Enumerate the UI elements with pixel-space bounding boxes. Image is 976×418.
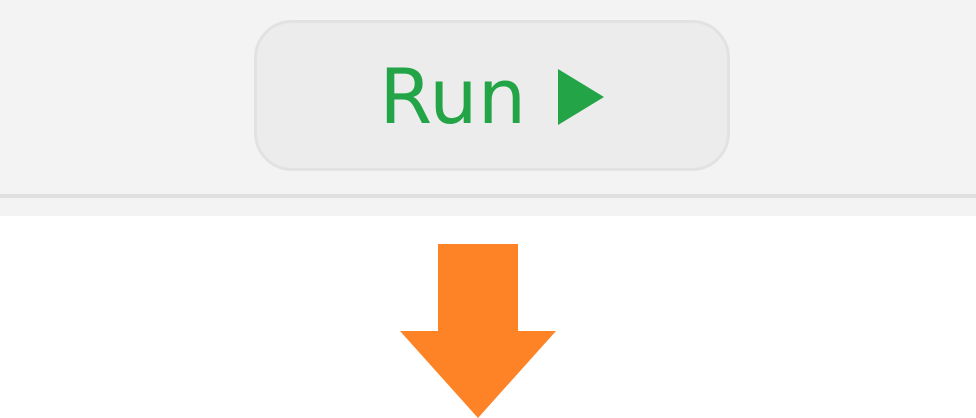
run-button-label: Run bbox=[379, 51, 527, 141]
arrow-down-icon bbox=[400, 244, 556, 418]
toolbar: Run bbox=[0, 0, 976, 216]
play-icon bbox=[557, 68, 604, 125]
run-button[interactable]: Run bbox=[254, 20, 730, 171]
toolbar-divider bbox=[0, 194, 976, 198]
